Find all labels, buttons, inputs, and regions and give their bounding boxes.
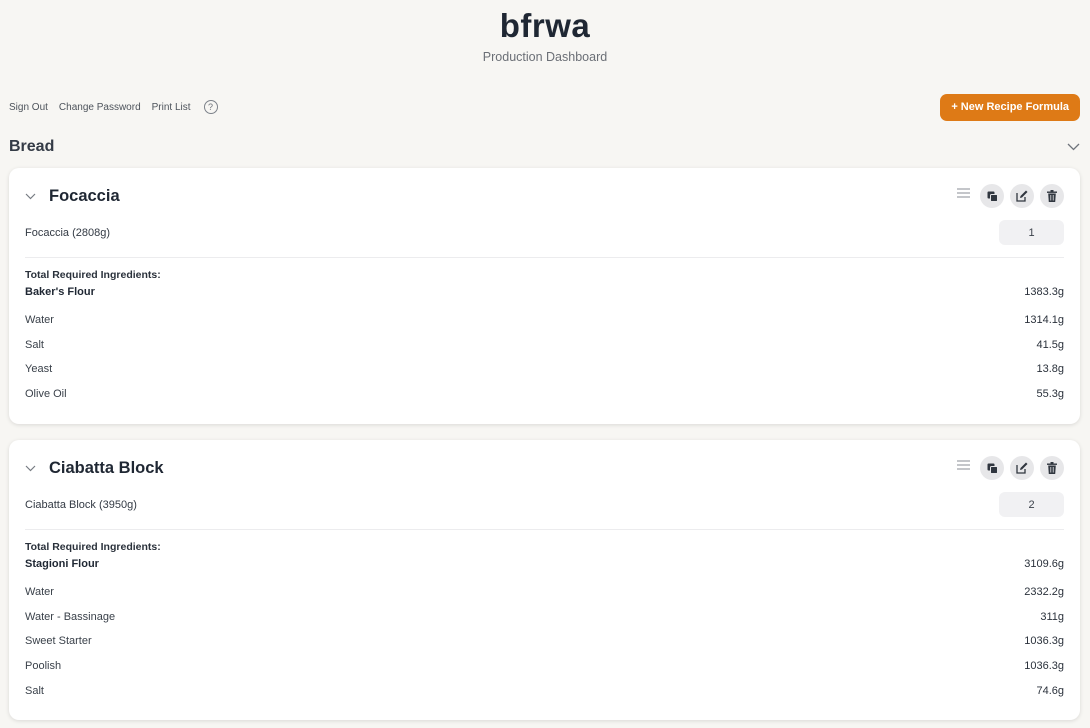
- ingredients-heading: Total Required Ingredients:: [25, 541, 161, 553]
- help-icon[interactable]: ?: [203, 100, 218, 114]
- batch-quantity-input[interactable]: [999, 220, 1064, 245]
- copy-icon[interactable]: [980, 456, 1004, 480]
- page-header: bfrwa Production Dashboard: [0, 0, 1090, 64]
- ingredient-row: Sweet Starter 1036.3g: [25, 629, 1064, 654]
- ingredient-name: Salt: [25, 338, 44, 351]
- recipe-title-group: Focaccia: [25, 187, 120, 206]
- ingredient-row: Stagioni Flour 3109.6g: [25, 556, 1064, 572]
- ingredient-amount: 3109.6g: [1024, 558, 1064, 570]
- ingredient-amount: 13.8g: [1036, 363, 1064, 376]
- edit-icon[interactable]: [1010, 456, 1034, 480]
- recipe-title: Ciabatta Block: [49, 458, 164, 477]
- ingredient-amount: 1036.3g: [1024, 635, 1064, 648]
- ingredient-name: Salt: [25, 684, 44, 697]
- new-recipe-formula-button[interactable]: + New Recipe Formula: [940, 93, 1080, 121]
- top-toolbar: Sign Out Change Password Print List ? + …: [9, 93, 1080, 121]
- nav-links: Sign Out Change Password Print List ?: [9, 100, 218, 114]
- recipe-actions: [956, 456, 1064, 480]
- trash-icon[interactable]: [1040, 456, 1064, 480]
- divider: [25, 529, 1064, 530]
- ingredient-amount: 311g: [1040, 610, 1064, 623]
- ingredient-amount: 1036.3g: [1024, 660, 1064, 673]
- ingredient-row: Olive Oil 55.3g: [25, 382, 1064, 407]
- change-password-link[interactable]: Change Password: [59, 102, 141, 113]
- ingredient-name: Water - Bassinage: [25, 610, 116, 623]
- trash-icon[interactable]: [1040, 184, 1064, 208]
- ingredient-name: Water: [25, 586, 54, 599]
- ingredient-name: Baker's Flour: [25, 286, 95, 298]
- batch-label: Ciabatta Block (3950g): [25, 498, 137, 511]
- ingredient-amount: 1314.1g: [1024, 314, 1064, 327]
- ingredient-name: Yeast: [25, 363, 53, 376]
- ingredient-amount: 74.6g: [1036, 684, 1064, 697]
- ingredient-row: Water - Bassinage 311g: [25, 605, 1064, 630]
- sign-out-link[interactable]: Sign Out: [9, 102, 48, 113]
- edit-icon[interactable]: [1010, 184, 1034, 208]
- drag-handle-icon[interactable]: [956, 458, 970, 472]
- ingredient-row: Water 1314.1g: [25, 308, 1064, 333]
- batch-quantity-input[interactable]: [999, 492, 1064, 517]
- ingredients-list: Total Required Ingredients: Baker's Flou…: [25, 269, 1064, 406]
- ingredient-row: Salt 74.6g: [25, 678, 1064, 703]
- chevron-down-icon[interactable]: [1066, 140, 1080, 154]
- chevron-down-icon[interactable]: [25, 190, 37, 202]
- copy-icon[interactable]: [980, 184, 1004, 208]
- ingredient-amount: 41.5g: [1036, 338, 1064, 351]
- recipe-card-header: Focaccia: [25, 184, 1064, 208]
- ingredient-amount: 2332.2g: [1024, 586, 1064, 599]
- section-header-bread: Bread: [9, 136, 1080, 158]
- ingredient-row: Poolish 1036.3g: [25, 654, 1064, 679]
- recipe-title: Focaccia: [49, 186, 120, 205]
- drag-handle-icon[interactable]: [956, 186, 970, 200]
- chevron-down-icon[interactable]: [25, 462, 37, 474]
- ingredient-row: Baker's Flour 1383.3g: [25, 284, 1064, 300]
- ingredient-row: Salt 41.5g: [25, 333, 1064, 358]
- ingredient-name: Olive Oil: [25, 388, 67, 401]
- ingredient-amount: 55.3g: [1036, 388, 1064, 401]
- ingredient-name: Poolish: [25, 660, 62, 673]
- ingredient-name: Stagioni Flour: [25, 558, 99, 570]
- ingredient-row: Water 2332.2g: [25, 580, 1064, 605]
- batch-label: Focaccia (2808g): [25, 226, 110, 239]
- recipe-card-focaccia: Focaccia Focaccia (2808g) Total Required…: [9, 168, 1080, 424]
- batch-row: Ciabatta Block (3950g): [25, 492, 1064, 517]
- ingredient-row: Yeast 13.8g: [25, 357, 1064, 382]
- app-title: bfrwa: [499, 7, 591, 44]
- recipe-actions: [956, 184, 1064, 208]
- recipe-title-group: Ciabatta Block: [25, 459, 164, 478]
- section-title: Bread: [9, 138, 55, 155]
- ingredient-amount: 1383.3g: [1024, 286, 1064, 298]
- recipe-card-header: Ciabatta Block: [25, 456, 1064, 480]
- ingredient-name: Sweet Starter: [25, 635, 92, 648]
- ingredient-name: Water: [25, 314, 54, 327]
- recipe-card-ciabatta-block: Ciabatta Block Ciabatta Block (3950g) To…: [9, 440, 1080, 720]
- print-list-link[interactable]: Print List: [152, 102, 191, 113]
- ingredients-heading: Total Required Ingredients:: [25, 269, 161, 281]
- app-subtitle: Production Dashboard: [482, 50, 608, 64]
- divider: [25, 257, 1064, 258]
- ingredients-list: Total Required Ingredients: Stagioni Flo…: [25, 541, 1064, 703]
- batch-row: Focaccia (2808g): [25, 220, 1064, 245]
